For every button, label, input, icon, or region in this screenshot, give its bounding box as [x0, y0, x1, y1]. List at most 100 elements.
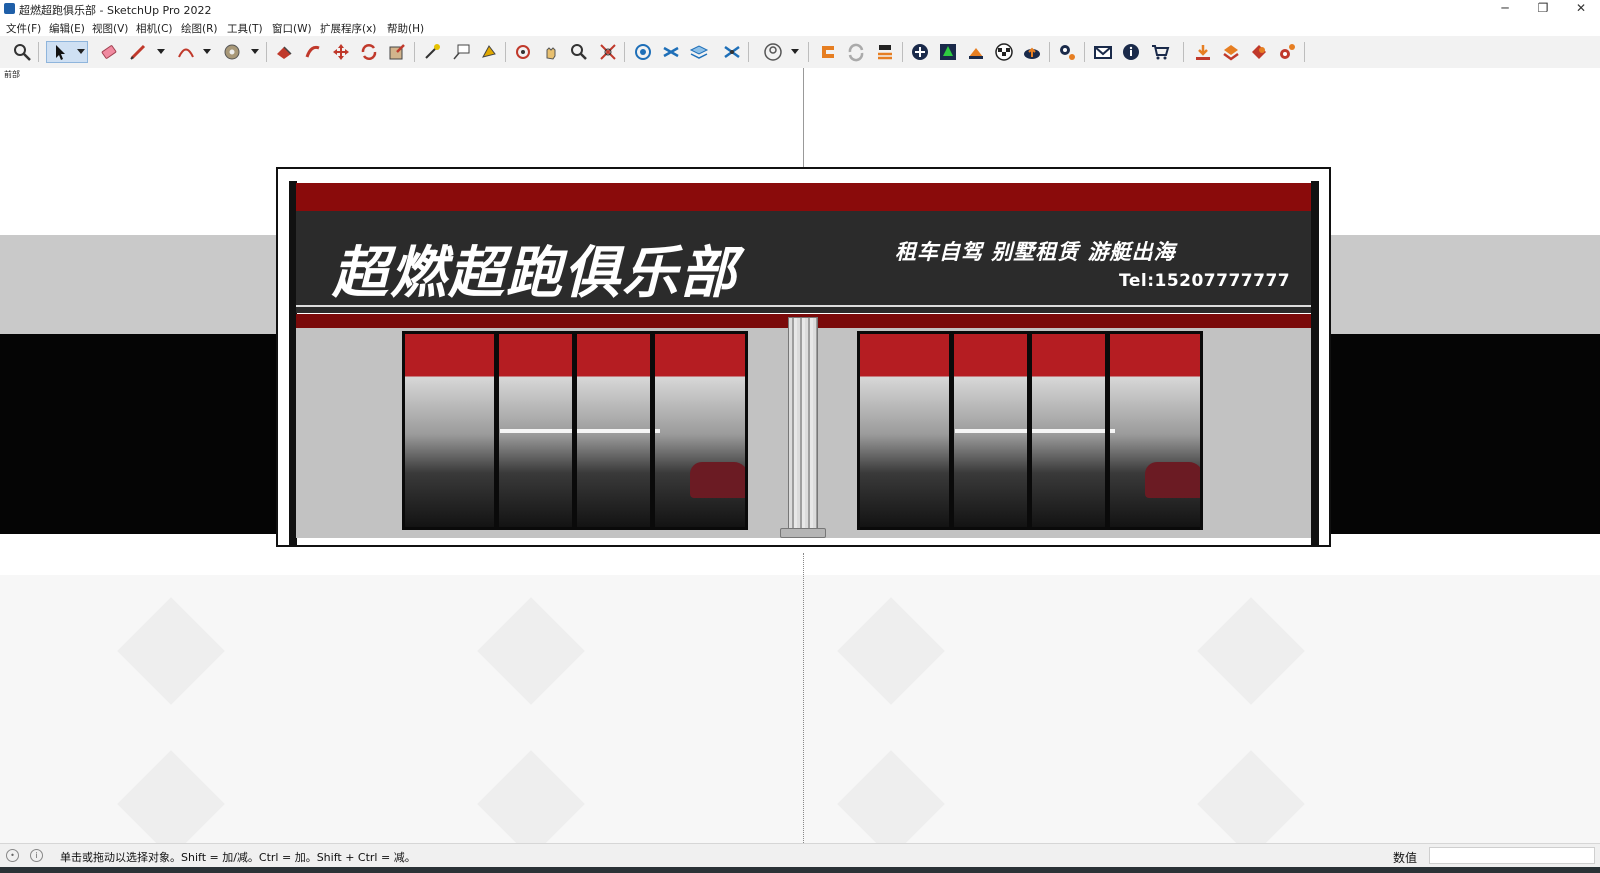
menu-help[interactable]: 帮助(H) — [387, 21, 424, 36]
settings-icon[interactable] — [1056, 41, 1078, 63]
toolbar-separator — [505, 42, 506, 62]
menu-view[interactable]: 视图(V) — [92, 21, 128, 36]
measurements-label: 数值 — [1393, 851, 1418, 865]
toolbar-separator — [1084, 42, 1085, 62]
toolbar-separator — [808, 42, 809, 62]
tree-icon[interactable] — [937, 41, 959, 63]
rotate-icon[interactable] — [358, 41, 380, 63]
column-base — [780, 528, 826, 538]
toolbar-separator — [624, 42, 625, 62]
status-bar: • i 单击或拖动以选择对象。Shift = 加/减。Ctrl = 加。Shif… — [0, 843, 1600, 868]
center-column — [788, 317, 818, 531]
offset-icon[interactable] — [221, 41, 243, 63]
menu-extensions[interactable]: 扩展程序(x) — [320, 21, 376, 36]
ceiling-light — [500, 429, 660, 433]
window-mullion — [494, 334, 499, 527]
pan-icon[interactable] — [540, 41, 562, 63]
view-label: 前部 — [4, 70, 20, 79]
sign-phone: Tel:15207777777 — [1119, 271, 1291, 291]
ground-plane — [0, 575, 1600, 843]
sports-car — [1145, 462, 1200, 498]
cart-icon[interactable] — [1149, 41, 1171, 63]
cloud-upload-icon[interactable] — [1021, 41, 1043, 63]
sports-car — [690, 462, 745, 498]
taskbar-strip — [0, 867, 1600, 873]
zoom-window-icon[interactable] — [597, 41, 619, 63]
toolbar-separator — [748, 42, 749, 62]
arc-dropdown-icon[interactable] — [203, 49, 211, 54]
gears-icon[interactable] — [1276, 41, 1298, 63]
select-dropdown-icon[interactable] — [77, 49, 85, 54]
arc-icon[interactable] — [175, 41, 197, 63]
sign-subtitle: 租车自驾 别墅租赁 游艇出海 — [895, 240, 1176, 264]
window-mullion — [1105, 334, 1110, 527]
window-mullion — [949, 334, 954, 527]
scenes-icon[interactable] — [721, 41, 743, 63]
layers-icon[interactable] — [688, 41, 710, 63]
toolbar-separator — [1049, 42, 1050, 62]
minimize-button[interactable]: ─ — [1486, 0, 1524, 18]
paint-icon[interactable] — [478, 41, 500, 63]
title-bar: 超燃超跑俱乐部 - SketchUp Pro 2022 ─ ❐ ✕ — [0, 0, 1600, 18]
push-pull-icon[interactable] — [302, 41, 324, 63]
toolbar-separator — [1183, 42, 1184, 62]
menu-bar: 文件(F) 编辑(E) 视图(V) 相机(C) 绘图(R) 工具(T) 窗口(W… — [0, 18, 1600, 36]
extension-manager-icon[interactable] — [1220, 41, 1242, 63]
download-icon[interactable] — [1192, 41, 1214, 63]
styles-icon[interactable] — [660, 41, 682, 63]
shapes-dropdown-icon[interactable] — [251, 49, 259, 54]
toolbar-separator — [902, 42, 903, 62]
pencil-line-icon[interactable] — [127, 41, 149, 63]
window-mullion — [1027, 334, 1032, 527]
blue-axis-line — [803, 68, 804, 168]
user-icon[interactable] — [762, 41, 784, 63]
ruby-icon[interactable] — [1248, 41, 1270, 63]
geo-location-icon[interactable]: • — [6, 849, 19, 862]
model-viewport[interactable]: 前部 超燃超跑俱乐部 租车自驾 别墅租赁 游艇出海 Tel:1520777777… — [0, 68, 1600, 843]
ceiling-light — [955, 429, 1115, 433]
measurements-input[interactable] — [1429, 847, 1595, 864]
solar-icon[interactable] — [965, 41, 987, 63]
info-icon[interactable] — [1120, 41, 1142, 63]
menu-draw[interactable]: 绘图(R) — [181, 21, 218, 36]
move-icon[interactable] — [330, 41, 352, 63]
add-icon[interactable] — [909, 41, 931, 63]
tape-measure-icon[interactable] — [421, 41, 443, 63]
scale-icon[interactable] — [386, 41, 408, 63]
dark-facade-left — [0, 334, 278, 534]
menu-file[interactable]: 文件(F) — [6, 21, 41, 36]
close-button[interactable]: ✕ — [1562, 0, 1600, 18]
side-wall-left — [0, 235, 278, 334]
dark-facade-right — [1330, 334, 1600, 534]
axis-dotted-line — [803, 553, 804, 843]
checkerboard-icon[interactable] — [993, 41, 1015, 63]
line-dropdown-icon[interactable] — [157, 49, 165, 54]
toolbar-separator — [1304, 42, 1305, 62]
sign-top-band — [296, 183, 1311, 211]
text-icon[interactable] — [450, 41, 472, 63]
menu-window[interactable]: 窗口(W) — [272, 21, 312, 36]
zoom-icon[interactable] — [568, 41, 590, 63]
info-status-icon[interactable]: i — [30, 849, 43, 862]
components-icon[interactable] — [632, 41, 654, 63]
orbit-icon[interactable] — [512, 41, 534, 63]
paint-bucket-icon[interactable] — [273, 41, 295, 63]
menu-tools[interactable]: 工具(T) — [227, 21, 263, 36]
user-dropdown-icon[interactable] — [791, 49, 799, 54]
frame-post-right — [1311, 181, 1319, 547]
eraser-icon[interactable] — [98, 41, 120, 63]
refresh-icon[interactable] — [845, 41, 867, 63]
zoom-extents-icon[interactable] — [11, 41, 33, 63]
shop-window-right — [857, 331, 1203, 530]
transfer-icon[interactable] — [874, 41, 896, 63]
window-title: 超燃超跑俱乐部 - SketchUp Pro 2022 — [19, 4, 212, 17]
menu-camera[interactable]: 相机(C) — [136, 21, 173, 36]
toolbar-separator — [266, 42, 267, 62]
mail-icon[interactable] — [1092, 41, 1114, 63]
main-toolbar — [0, 36, 1600, 69]
toolbar-separator — [414, 42, 415, 62]
restore-button[interactable]: ❐ — [1524, 0, 1562, 18]
side-wall-right — [1330, 235, 1600, 334]
menu-edit[interactable]: 编辑(E) — [49, 21, 85, 36]
extension-warehouse-icon[interactable] — [817, 41, 839, 63]
